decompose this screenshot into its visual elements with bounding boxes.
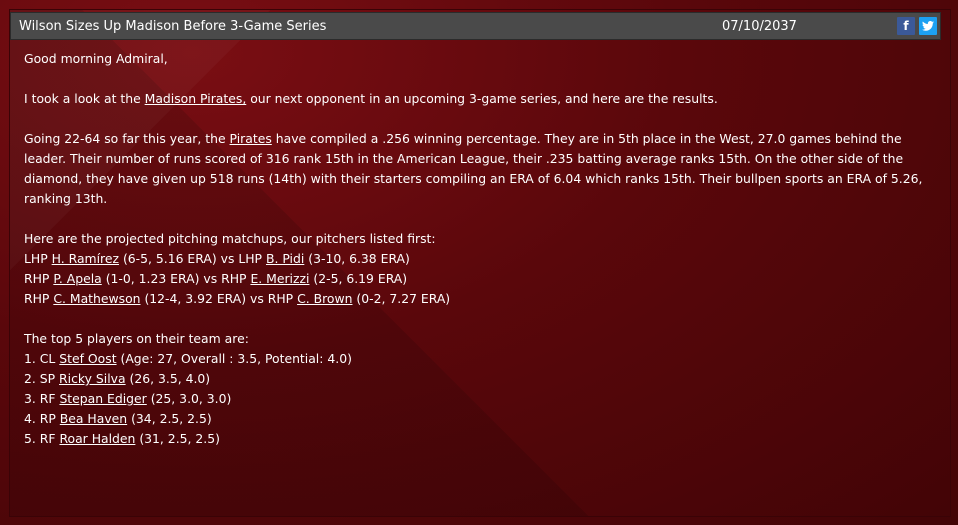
- pitcher-stats: (0-2, 7.27 ERA): [352, 291, 451, 306]
- team-link-madison-pirates[interactable]: Madison Pirates,: [145, 91, 247, 106]
- team-link-pirates[interactable]: Pirates: [230, 131, 272, 146]
- player-stats: (34, 2.5, 2.5): [127, 411, 212, 426]
- top-players-heading: The top 5 players on their team are:: [24, 331, 249, 346]
- player-rank: 3. RF: [24, 391, 60, 406]
- player-link[interactable]: Ricky Silva: [59, 371, 126, 386]
- player-rank: 1. CL: [24, 351, 60, 366]
- greeting: Good morning Admiral,: [24, 51, 168, 66]
- facebook-icon: f: [903, 19, 909, 33]
- article-header: Wilson Sizes Up Madison Before 3-Game Se…: [10, 12, 941, 40]
- pitcher-hand: RHP: [24, 291, 54, 306]
- player-row: 2. SP Ricky Silva (26, 3.5, 4.0): [24, 369, 929, 389]
- player-link[interactable]: Bea Haven: [60, 411, 127, 426]
- pitcher-hand: RHP: [24, 271, 54, 286]
- share-buttons: f: [897, 17, 937, 35]
- intro-paragraph: I took a look at the Madison Pirates, ou…: [24, 89, 929, 109]
- twitter-icon: [922, 21, 934, 31]
- pitcher-link[interactable]: B. Pidi: [266, 251, 304, 266]
- top-players-section: The top 5 players on their team are: 1. …: [24, 329, 929, 449]
- facebook-share-button[interactable]: f: [897, 17, 915, 35]
- player-rank: 2. SP: [24, 371, 60, 386]
- intro-text: I took a look at the: [24, 91, 145, 106]
- pitcher-link[interactable]: E. Merizzi: [250, 271, 309, 286]
- player-stats: (Age: 27, Overall : 3.5, Potential: 4.0): [116, 351, 352, 366]
- player-rank: 5. RF: [24, 431, 60, 446]
- pitcher-link[interactable]: C. Brown: [297, 291, 352, 306]
- twitter-share-button[interactable]: [919, 17, 937, 35]
- player-stats: (26, 3.5, 4.0): [125, 371, 211, 386]
- article-body: Good morning Admiral, I took a look at t…: [24, 49, 929, 469]
- matchup-row: LHP H. Ramírez (6-5, 5.16 ERA) vs LHP B.…: [24, 249, 929, 269]
- player-row: 5. RF Roar Halden (31, 2.5, 2.5): [24, 429, 929, 449]
- player-row: 4. RP Bea Haven (34, 2.5, 2.5): [24, 409, 929, 429]
- pitcher-stats: (6-5, 5.16 ERA) vs LHP: [119, 251, 266, 266]
- player-link[interactable]: Stepan Ediger: [59, 391, 146, 406]
- pitcher-stats: (3-10, 6.38 ERA): [304, 251, 410, 266]
- article-title: Wilson Sizes Up Madison Before 3-Game Se…: [19, 18, 327, 34]
- pitcher-stats: (2-5, 6.19 ERA): [309, 271, 408, 286]
- matchup-row: RHP P. Apela (1-0, 1.23 ERA) vs RHP E. M…: [24, 269, 929, 289]
- pitcher-link[interactable]: C. Mathewson: [53, 291, 140, 306]
- summary-paragraph: Going 22-64 so far this year, the Pirate…: [24, 129, 929, 209]
- player-row: 3. RF Stepan Ediger (25, 3.0, 3.0): [24, 389, 929, 409]
- pitcher-stats: (1-0, 1.23 ERA) vs RHP: [101, 271, 251, 286]
- player-rank: 4. RP: [24, 411, 60, 426]
- article-date: 07/10/2037: [722, 18, 797, 34]
- pitcher-link[interactable]: H. Ramírez: [52, 251, 119, 266]
- pitcher-stats: (12-4, 3.92 ERA) vs RHP: [140, 291, 298, 306]
- matchup-row: RHP C. Mathewson (12-4, 3.92 ERA) vs RHP…: [24, 289, 929, 309]
- player-link[interactable]: Roar Halden: [59, 431, 135, 446]
- intro-text-end: our next opponent in an upcoming 3-game …: [246, 91, 718, 106]
- player-stats: (25, 3.0, 3.0): [146, 391, 232, 406]
- matchups-heading: Here are the projected pitching matchups…: [24, 231, 436, 246]
- pitcher-link[interactable]: P. Apela: [53, 271, 101, 286]
- player-row: 1. CL Stef Oost (Age: 27, Overall : 3.5,…: [24, 349, 929, 369]
- pitcher-hand: LHP: [24, 251, 52, 266]
- player-stats: (31, 2.5, 2.5): [135, 431, 220, 446]
- player-link[interactable]: Stef Oost: [59, 351, 116, 366]
- matchups-section: Here are the projected pitching matchups…: [24, 229, 929, 309]
- summary-text: Going 22-64 so far this year, the: [24, 131, 230, 146]
